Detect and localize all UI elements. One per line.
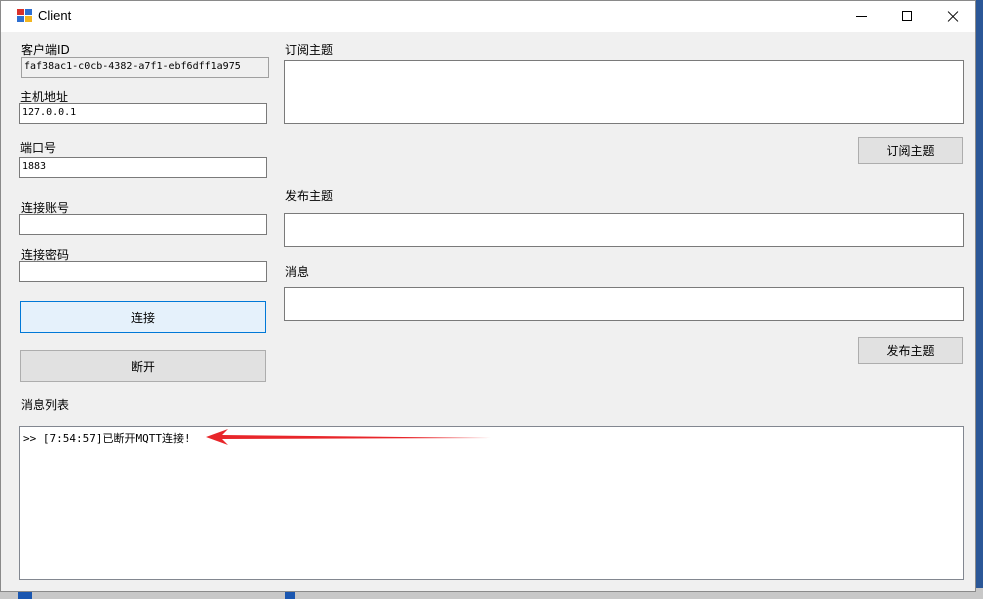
maximize-button[interactable] <box>884 1 930 31</box>
window-title: Client <box>38 8 72 23</box>
publish-topic-field[interactable] <box>284 213 964 247</box>
username-field[interactable] <box>19 214 267 235</box>
message-field[interactable] <box>284 287 964 321</box>
password-field[interactable] <box>19 261 267 282</box>
disconnect-button[interactable]: 断开 <box>20 350 266 382</box>
message-label: 消息 <box>285 265 310 279</box>
client-window: Client 客户端ID faf38ac1-c0cb-4382-a7f1-ebf… <box>0 0 976 592</box>
subscribe-topic-label: 订阅主题 <box>285 43 334 57</box>
close-button[interactable] <box>930 1 976 31</box>
publish-topic-label: 发布主题 <box>285 189 334 203</box>
annotation-arrow-icon <box>206 429 491 445</box>
maximize-icon <box>902 11 912 21</box>
list-item[interactable]: >> [7:54:57]已断开MQTT连接! <box>23 430 191 446</box>
host-field[interactable]: 127.0.0.1 <box>19 103 267 124</box>
windows-form-icon <box>17 9 32 23</box>
message-list-label: 消息列表 <box>21 398 70 412</box>
port-field[interactable]: 1883 <box>19 157 267 178</box>
client-id-field[interactable]: faf38ac1-c0cb-4382-a7f1-ebf6dff1a975 <box>21 57 269 78</box>
minimize-button[interactable] <box>838 1 884 31</box>
client-id-label: 客户端ID <box>21 43 70 57</box>
port-label: 端口号 <box>20 141 57 155</box>
message-list[interactable]: >> [7:54:57]已断开MQTT连接! <box>19 426 964 580</box>
minimize-icon <box>856 16 867 17</box>
publish-button[interactable]: 发布主题 <box>858 337 963 364</box>
title-bar[interactable]: Client <box>1 1 975 32</box>
subscribe-topic-field[interactable] <box>284 60 964 124</box>
subscribe-button[interactable]: 订阅主题 <box>858 137 963 164</box>
connect-button[interactable]: 连接 <box>20 301 266 333</box>
